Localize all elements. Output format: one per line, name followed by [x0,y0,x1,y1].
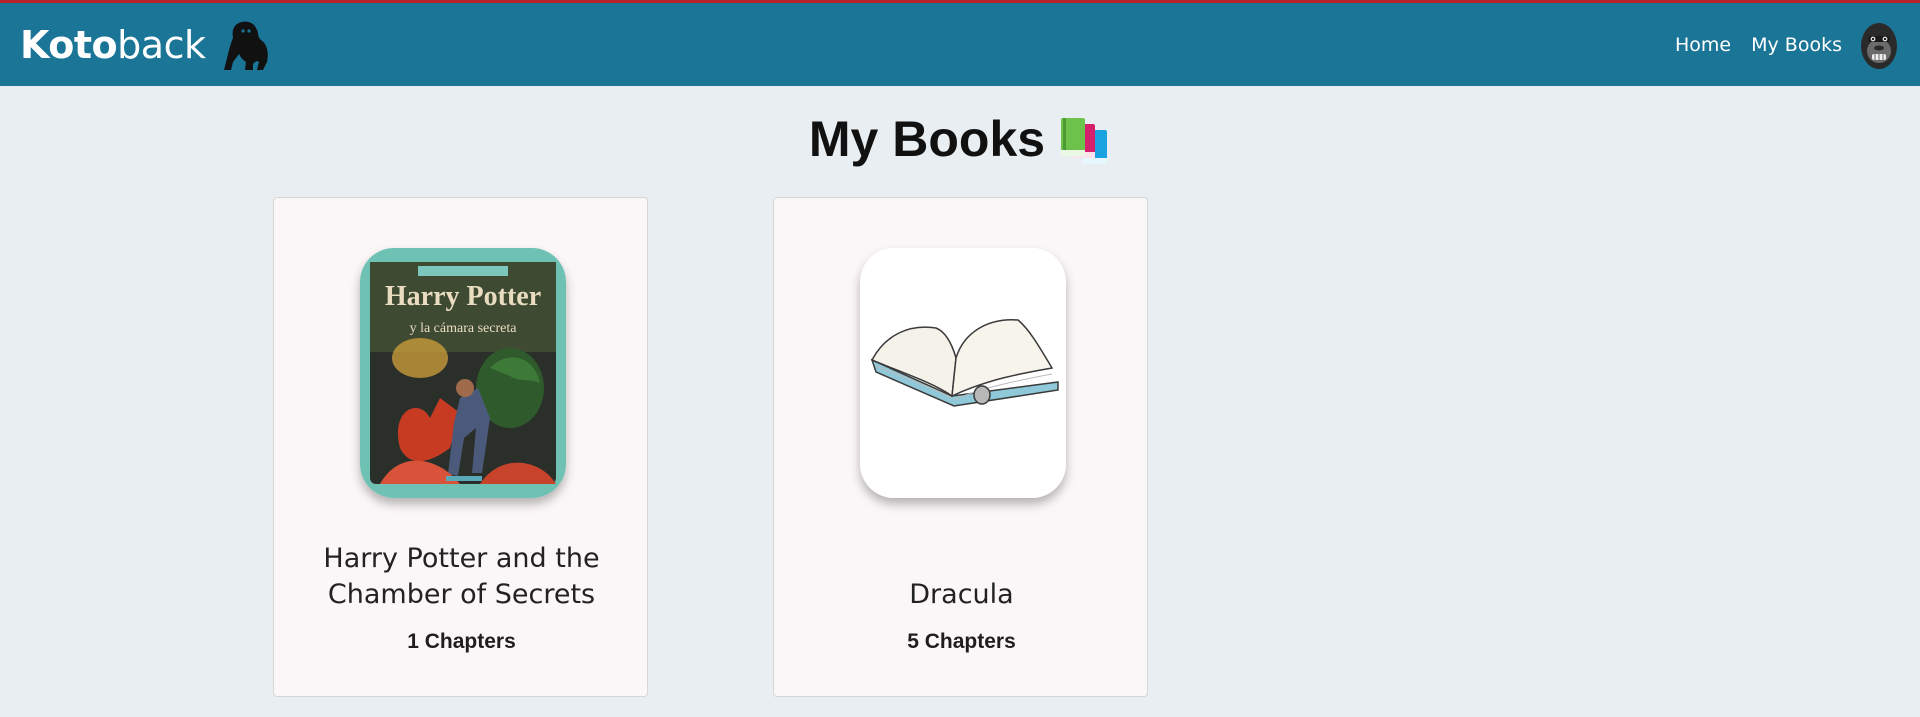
book-title[interactable]: Dracula [794,577,1129,613]
navbar: Kotoback Home My Books [0,3,1920,86]
gorilla-face-icon[interactable] [1858,19,1900,71]
open-book-icon [860,248,1066,498]
cover-title-text: Harry Potter [385,281,541,312]
cover-subtitle-text: y la cámara secreta [410,321,518,336]
brand-name: Kotoback [20,22,206,67]
gorilla-icon [219,18,273,72]
books-icon [1059,117,1111,168]
book-title[interactable]: Harry Potter and the Chamber of Secrets [294,541,629,613]
book-chapter-count: 5 Chapters [907,630,1016,653]
page-title: My Books [0,110,1920,168]
brand-name-bold: Koto [20,22,118,67]
book-card[interactable]: Dracula 5 Chapters [773,197,1148,697]
book-chapter-count: 1 Chapters [407,630,516,653]
brand-logo-link[interactable]: Kotoback [20,18,273,72]
book-grid: Harry Potter y la cámara secreta Harry P… [273,197,1273,697]
nav-links: Home My Books [1655,19,1900,71]
book-cover-image: Harry Potter y la cámara secreta [360,248,566,498]
book-card[interactable]: Harry Potter y la cámara secreta Harry P… [273,197,648,697]
nav-link-home[interactable]: Home [1675,34,1731,56]
page-title-text: My Books [808,111,1046,167]
nav-link-my-books[interactable]: My Books [1751,34,1842,56]
brand-name-light: back [117,22,206,67]
